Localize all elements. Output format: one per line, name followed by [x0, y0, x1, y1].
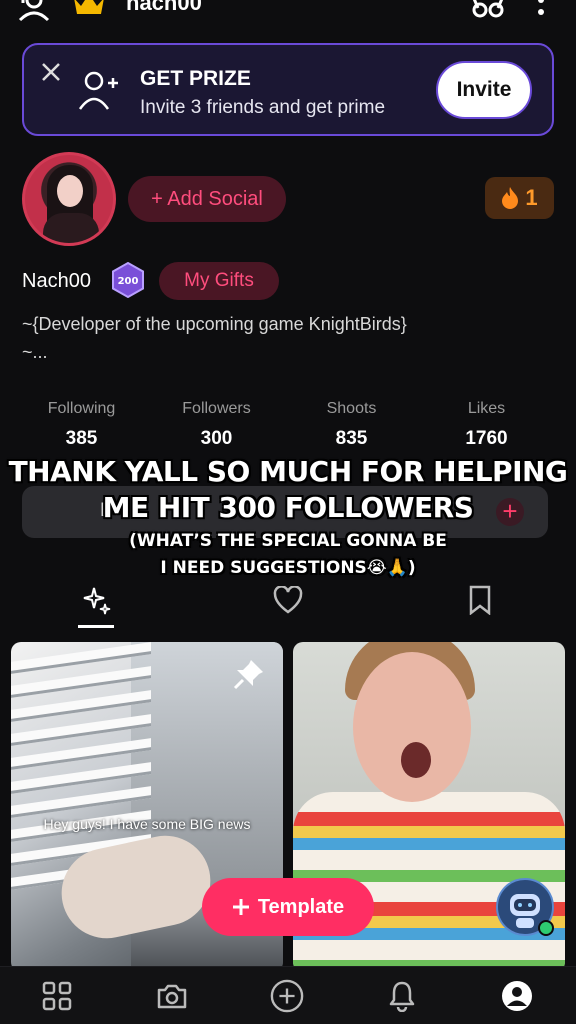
stat-label: Shoots — [326, 400, 377, 417]
bell-icon — [389, 981, 415, 1012]
prize-subtitle: Invite 3 friends and get prime — [140, 97, 386, 118]
tab-liked[interactable] — [268, 580, 308, 620]
tab-posts[interactable] — [76, 580, 116, 628]
stat-likes[interactable]: Likes 1760 — [419, 400, 554, 454]
assistant-bot-button[interactable] — [496, 878, 554, 936]
stat-value: 1760 — [465, 428, 508, 449]
template-label: Template — [257, 895, 345, 918]
heart-icon — [273, 586, 303, 614]
level-badge-icon[interactable]: 200 — [110, 262, 146, 298]
video-overlay-text: Hey guys! I have some BIG news — [43, 816, 251, 832]
stat-following[interactable]: Following 385 — [14, 400, 149, 454]
streak-count: 1 — [525, 185, 538, 210]
nav-profile[interactable] — [500, 979, 534, 1013]
prize-banner: GET PRIZE Invite 3 friends and get prime… — [22, 43, 554, 136]
caption-line: I NEED SUGGESTIONS😭🙏) — [160, 558, 416, 578]
bio-line: ~... — [22, 342, 48, 362]
add-user-icon[interactable] — [16, 0, 56, 22]
nav-camera[interactable] — [155, 979, 189, 1013]
grid-icon — [42, 981, 72, 1011]
stat-shoots[interactable]: Shoots 835 — [284, 400, 419, 454]
nav-home[interactable] — [40, 979, 74, 1013]
stat-value: 835 — [335, 428, 368, 449]
pin-icon — [233, 660, 263, 690]
flame-icon — [502, 187, 519, 209]
level-value: 200 — [118, 276, 139, 287]
plus-icon — [232, 899, 249, 915]
crown-icon[interactable] — [72, 0, 106, 18]
caption-line: ME HIT 300 FOLLOWERS — [102, 491, 474, 524]
name-row: Nach00 200 My Gifts — [22, 262, 562, 302]
nav-create[interactable] — [270, 979, 304, 1013]
content-tabs — [0, 580, 576, 630]
bio: ~{Developer of the upcoming game KnightB… — [22, 310, 407, 366]
bottom-nav — [0, 966, 576, 1024]
sparkles-icon — [83, 587, 111, 615]
plus-circle-icon — [270, 979, 304, 1013]
camera-icon — [157, 984, 187, 1009]
prize-title: GET PRIZE — [140, 67, 251, 90]
profile-icon — [502, 981, 532, 1011]
stat-value: 385 — [65, 428, 98, 449]
bookmark-icon — [469, 585, 491, 615]
top-bar: nach00 — [0, 0, 576, 30]
template-button[interactable]: Template — [202, 878, 374, 936]
avatar[interactable] — [22, 152, 116, 246]
stat-label: Followers — [182, 400, 251, 417]
bio-line: ~{Developer of the upcoming game KnightB… — [22, 314, 407, 334]
stat-label: Following — [47, 400, 116, 417]
glasses-icon[interactable] — [468, 0, 508, 22]
caption-line: (WHAT’S THE SPECIAL GONNA BE — [129, 531, 447, 551]
nav-notifications[interactable] — [385, 979, 419, 1013]
caption-line: THANK YALL SO MUCH FOR HELPING — [8, 455, 568, 488]
invite-button[interactable]: Invite — [436, 61, 532, 119]
username-title: nach00 — [126, 0, 202, 15]
stats-row: Following 385 Followers 300 Shoots 835 L… — [14, 400, 554, 454]
display-name: Nach00 — [22, 270, 91, 292]
add-social-button[interactable]: + Add Social — [128, 176, 286, 222]
stat-label: Likes — [467, 400, 506, 417]
invite-person-icon — [78, 71, 118, 110]
overlay-caption: THANK YALL SO MUCH FOR HELPING ME HIT 30… — [0, 454, 576, 580]
streak-badge[interactable]: 1 — [485, 177, 554, 219]
stat-followers[interactable]: Followers 300 — [149, 400, 284, 454]
close-icon[interactable] — [40, 61, 62, 83]
online-indicator — [538, 920, 554, 936]
tab-saved[interactable] — [460, 580, 500, 620]
stat-value: 300 — [200, 428, 233, 449]
more-vertical-icon[interactable] — [532, 0, 550, 22]
my-gifts-button[interactable]: My Gifts — [159, 262, 279, 300]
